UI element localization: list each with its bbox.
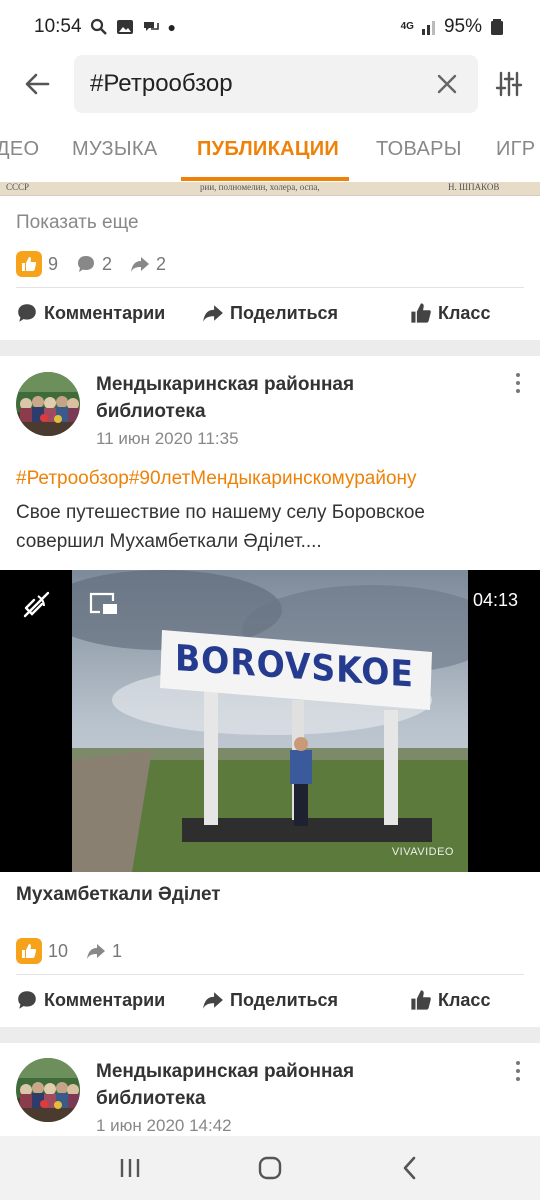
post-text: Свое путешествие по нашему селу Боровско… [16, 502, 425, 552]
search-input[interactable] [90, 70, 432, 98]
post1-stats: 9 2 2 [16, 251, 176, 277]
back-button[interactable] [0, 54, 74, 114]
filter-button[interactable] [478, 54, 540, 114]
class-button[interactable]: Класс [410, 989, 490, 1011]
comments-button[interactable]: Комментарии [16, 302, 165, 324]
share-arrow-icon [87, 944, 106, 959]
thumbs-up-icon [411, 990, 431, 1010]
post2-stats: 10 1 [16, 938, 132, 964]
avatar[interactable] [16, 372, 80, 436]
picture-in-picture-icon[interactable] [88, 590, 120, 618]
system-back-button[interactable] [380, 1138, 440, 1198]
messenger-status-icon [143, 22, 159, 31]
home-icon [258, 1156, 282, 1180]
recent-apps-icon [120, 1159, 140, 1177]
show-more-link[interactable]: Показать еще [16, 212, 139, 234]
network-type: 4G [400, 21, 414, 32]
class-button[interactable]: Класс [410, 302, 490, 324]
arrow-left-icon [25, 73, 50, 95]
search-header [0, 54, 540, 114]
shares-value: 2 [156, 253, 167, 274]
home-button[interactable] [240, 1138, 300, 1198]
clipping-text-mid: рии, полномелин, холера, оспа, [200, 182, 320, 192]
post-menu-button[interactable] [508, 1058, 528, 1084]
author-name[interactable]: Мендыкаринская районная библиотека [96, 1058, 456, 1112]
signal-icon [421, 21, 435, 35]
status-time: 10:54 [34, 16, 82, 37]
clipping-text-left: СССР [6, 182, 30, 192]
comment-icon [78, 256, 95, 272]
thumbs-up-badge-icon [16, 251, 42, 277]
status-bar: 10:54 ● 4G 95% [0, 0, 540, 54]
search-status-icon [90, 18, 107, 35]
active-tab-indicator [181, 177, 349, 181]
video-title[interactable]: Мухамбеткали Әділет [16, 884, 221, 906]
video-watermark: VIVAVIDEO [391, 846, 454, 858]
comments-count[interactable]: 2 [76, 254, 112, 275]
sliders-icon [495, 71, 523, 97]
post-date: 11 июн 2020 11:35 [96, 429, 239, 448]
divider [16, 287, 524, 288]
likes-value: 9 [48, 253, 59, 274]
post2-actions: Комментарии Поделиться Класс [0, 981, 540, 1021]
shares-value: 1 [112, 940, 123, 961]
share-arrow-icon [131, 257, 150, 272]
likes-value: 10 [48, 940, 69, 961]
video-duration: 04:13 [472, 590, 518, 610]
share-button[interactable]: Поделиться [202, 302, 338, 324]
share-arrow-icon [203, 305, 223, 322]
close-icon [437, 74, 457, 94]
search-field[interactable] [74, 55, 478, 113]
feed-separator [0, 340, 540, 356]
image-status-icon [116, 20, 133, 34]
tab-music[interactable]: МУЗЫКА [72, 138, 158, 161]
tab-publications[interactable]: ПУБЛИКАЦИИ [197, 138, 339, 161]
likes-count[interactable]: 10 [16, 938, 68, 964]
comment-icon [18, 991, 36, 1009]
video-thumbnail [72, 570, 468, 872]
thumbs-up-badge-icon [16, 938, 42, 964]
recent-apps-button[interactable] [100, 1138, 160, 1198]
avatar[interactable] [16, 1058, 80, 1122]
battery-icon [491, 19, 503, 35]
battery-percent: 95% [443, 16, 482, 37]
status-dot: ● [167, 19, 177, 35]
video-player[interactable]: BOROVSKOE 04:13 VIVAVIDEO [0, 570, 540, 872]
chevron-left-icon [403, 1156, 416, 1180]
section-tabs: ДЕО МУЗЫКА ПУБЛИКАЦИИ ТОВАРЫ ИГР [0, 124, 540, 182]
divider [16, 974, 524, 975]
post-date: 1 июн 2020 14:42 [96, 1116, 232, 1135]
feed-separator [0, 1027, 540, 1043]
author-name[interactable]: Мендыкаринская районная библиотека [96, 371, 456, 425]
clipping-text-right: Н. ШПАКОВ [448, 182, 500, 192]
tab-goods[interactable]: ТОВАРЫ [376, 138, 462, 161]
tab-games[interactable]: ИГР [496, 138, 535, 161]
tab-video[interactable]: ДЕО [0, 138, 39, 161]
system-nav-bar [0, 1136, 540, 1200]
clear-search-button[interactable] [432, 69, 462, 99]
post-menu-button[interactable] [508, 370, 528, 396]
thumbs-up-icon [411, 303, 431, 323]
shares-count[interactable]: 1 [86, 941, 122, 962]
post1-actions: Комментарии Поделиться Класс [0, 294, 540, 334]
muted-volume-icon[interactable] [22, 590, 50, 618]
share-button[interactable]: Поделиться [202, 989, 338, 1011]
post-image-cropped[interactable]: СССР рии, полномелин, холера, оспа, Н. Ш… [0, 182, 540, 196]
comments-button[interactable]: Комментарии [16, 989, 165, 1011]
shares-count[interactable]: 2 [130, 254, 166, 275]
likes-count[interactable]: 9 [16, 251, 58, 277]
comment-icon [18, 304, 36, 322]
post-hashtags[interactable]: #Ретрообзор#90летМендыкаринскомурайону [16, 468, 417, 490]
share-arrow-icon [203, 992, 223, 1009]
comments-value: 2 [102, 253, 113, 274]
